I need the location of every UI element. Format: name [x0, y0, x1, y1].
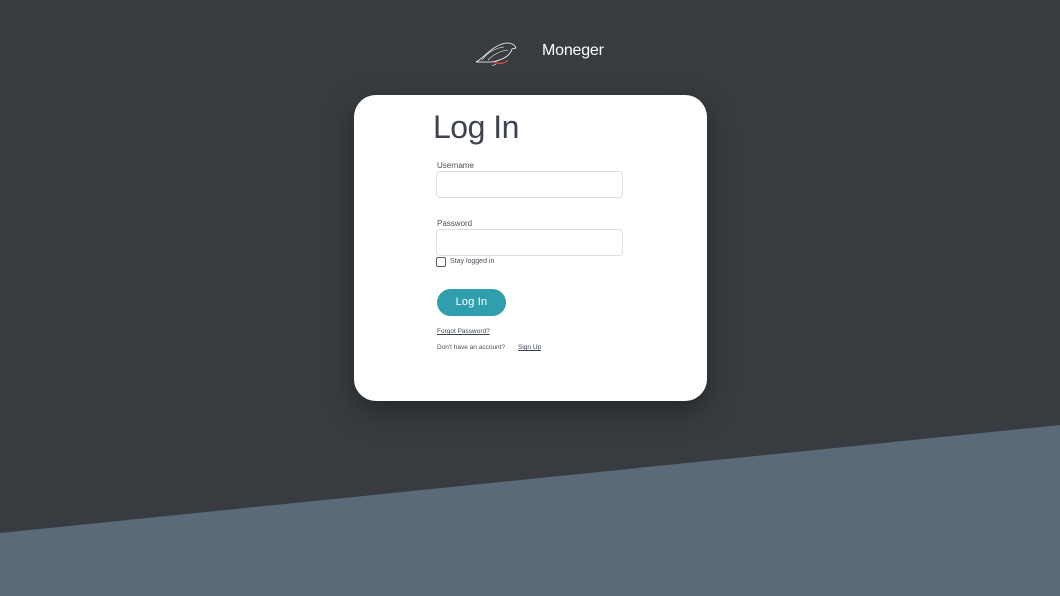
login-card: Log In Username Password Stay logged in … — [354, 95, 707, 401]
signup-prompt: Don't have an account? — [437, 344, 506, 351]
bird-logo-icon — [474, 38, 520, 67]
stay-logged-in-label: Stay logged in — [450, 258, 495, 265]
username-input[interactable] — [436, 171, 623, 198]
brand-name: Moneger — [542, 42, 604, 59]
stay-logged-in-checkbox[interactable] — [436, 257, 446, 267]
page-title: Log In — [433, 109, 519, 145]
forgot-password-link[interactable]: Forgot Password? — [437, 328, 490, 335]
login-button[interactable]: Log In — [437, 289, 506, 316]
username-label: Username — [437, 161, 474, 170]
login-page: Moneger Log In Username Password Stay lo… — [0, 0, 1060, 596]
password-input[interactable] — [436, 229, 623, 256]
brand-header: Moneger — [0, 36, 1060, 67]
password-label: Password — [437, 219, 473, 228]
signup-link[interactable]: Sign Up — [518, 344, 541, 351]
